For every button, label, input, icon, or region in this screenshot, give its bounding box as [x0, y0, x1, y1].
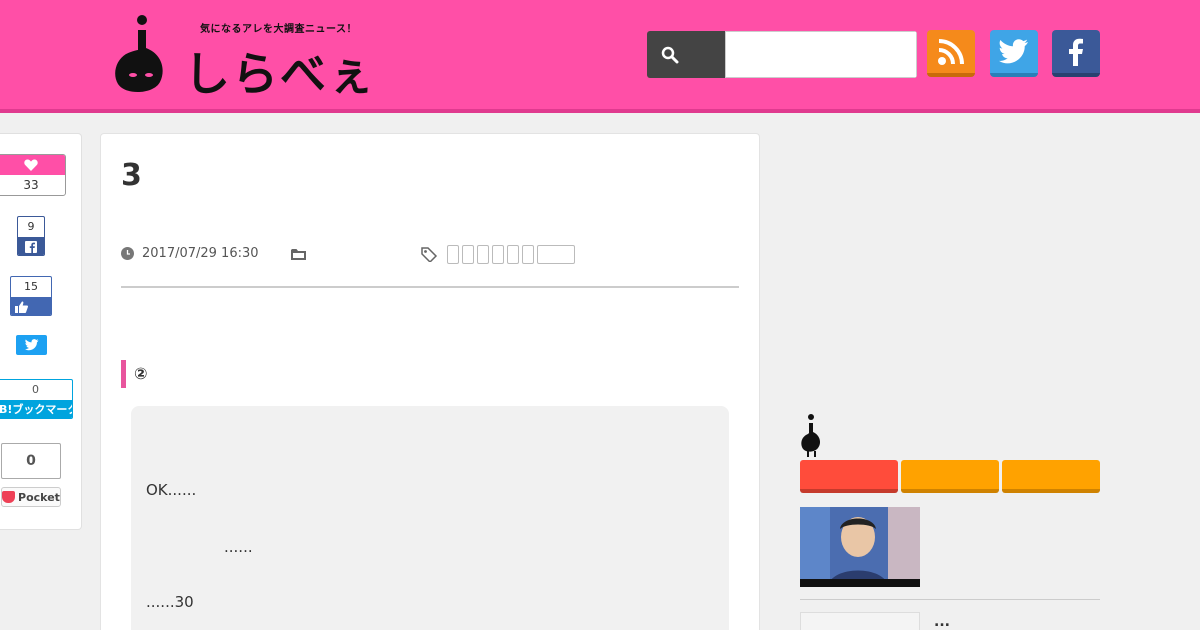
sidebar-article-title[interactable]: ... — [934, 614, 950, 630]
hatena-bookmark-button[interactable]: 0 B!ブックマーク — [0, 379, 73, 419]
hatena-count: 0 — [32, 383, 39, 396]
heart-icon — [24, 159, 38, 171]
tag-list — [421, 245, 575, 264]
like-count: 33 — [23, 178, 39, 192]
rss-button[interactable] — [927, 30, 975, 77]
clock-icon — [121, 247, 134, 260]
site-header: 気になるアレを大調査ニュース！ しらべぇ — [0, 0, 1200, 113]
facebook-button[interactable] — [1052, 30, 1100, 77]
facebook-f-icon — [1069, 38, 1083, 66]
sidebar-tab-2[interactable] — [901, 460, 999, 493]
thumbs-up-icon — [11, 297, 51, 315]
quote-line: ......30 — [146, 593, 194, 611]
tag-item[interactable] — [477, 245, 489, 264]
category[interactable] — [291, 248, 306, 265]
search-icon — [661, 46, 679, 63]
share-sidebar: 33 9 15 0 B!ブックマーク 0 Pocket — [0, 133, 82, 530]
tag-item[interactable] — [522, 245, 534, 264]
like-top — [0, 155, 65, 175]
tweet-button[interactable] — [16, 335, 47, 355]
tag-item[interactable] — [537, 245, 575, 264]
facebook-icon — [18, 237, 44, 255]
twitter-button[interactable] — [990, 30, 1038, 77]
sidebar-tabs — [800, 460, 1100, 493]
sidebar-logo-icon — [801, 414, 821, 457]
article-thumbnail[interactable] — [800, 612, 920, 630]
tag-item[interactable] — [507, 245, 519, 264]
pocket-icon — [2, 491, 16, 503]
quote-block: OK...... ...... ......30 — [131, 406, 729, 630]
rss-icon — [938, 38, 964, 65]
logo-tagline: 気になるアレを大調査ニュース！ — [200, 24, 357, 35]
tag-item[interactable] — [492, 245, 504, 264]
hatena-label: B!ブックマーク — [0, 400, 72, 418]
pocket-count: 0 — [1, 443, 61, 479]
logo-mark-icon — [115, 15, 163, 93]
twitter-bird-icon — [999, 38, 1028, 63]
post-date-text: 2017/07/29 16:30 — [142, 246, 259, 261]
search-form — [647, 31, 917, 78]
search-button[interactable] — [647, 31, 725, 78]
folder-icon — [291, 249, 306, 260]
site-logo[interactable]: 気になるアレを大調査ニュース！ しらべぇ — [112, 14, 392, 101]
sidebar-article-item[interactable] — [800, 507, 1100, 600]
article-title: 3 — [121, 158, 142, 193]
quote-line: ...... — [224, 538, 253, 556]
tag-icon — [421, 247, 438, 262]
sidebar-article-item[interactable]: ... — [800, 612, 1100, 630]
pocket-button[interactable]: Pocket — [1, 487, 61, 507]
like-button[interactable]: 33 — [0, 154, 66, 196]
sidebar-tab-1[interactable] — [800, 460, 898, 493]
facebook-share-button[interactable]: 9 — [17, 216, 45, 256]
facebook-like-button[interactable]: 15 — [10, 276, 52, 316]
search-input[interactable] — [725, 31, 917, 78]
pocket-label: Pocket — [18, 490, 60, 504]
article-meta: 2017/07/29 16:30 — [121, 244, 739, 288]
section-heading: ② — [121, 360, 148, 388]
sidebar-tab-3[interactable] — [1002, 460, 1100, 493]
quote-line: OK...... — [146, 481, 197, 499]
twitter-bird-icon — [24, 339, 38, 351]
article-thumbnail[interactable] — [800, 507, 920, 587]
post-date: 2017/07/29 16:30 — [121, 246, 259, 261]
logo-text: しらべぇ — [184, 47, 376, 101]
facebook-like-count: 15 — [24, 280, 38, 293]
tag-item[interactable] — [462, 245, 474, 264]
article-card: 3 2017/07/29 16:30 ② OK...... ...... ...… — [100, 133, 760, 630]
facebook-share-count: 9 — [27, 220, 35, 233]
tag-item[interactable] — [447, 245, 459, 264]
